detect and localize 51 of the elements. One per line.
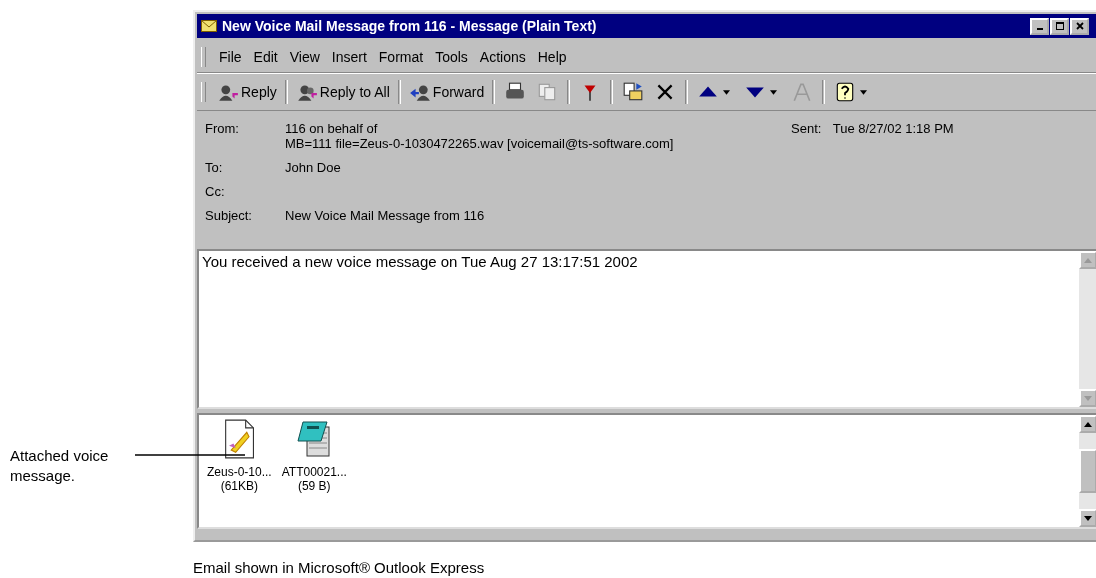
menu-item[interactable]: Tools [430, 47, 473, 67]
reply-button[interactable]: Reply [214, 81, 280, 103]
scroll-up-button[interactable] [1079, 415, 1096, 433]
envelope-icon [201, 20, 217, 32]
move-folder-icon [622, 81, 645, 103]
field-value: Tue 8/27/02 1:18 PM [832, 121, 954, 136]
field-label: Sent: [791, 121, 822, 136]
attachment-item[interactable]: ATT00021... (59 B) [281, 419, 347, 523]
people-icon [295, 83, 318, 101]
window-title: New Voice Mail Message from 116 - Message (Plain Text) [222, 18, 598, 34]
up-caret-icon [1084, 421, 1092, 427]
menu-item[interactable]: View [284, 47, 325, 67]
up-caret-icon [1084, 257, 1092, 263]
field-value: John Doe [285, 160, 341, 175]
field-label: From: [205, 121, 240, 138]
field-label: Cc: [205, 184, 226, 199]
down-caret-icon [1084, 395, 1092, 401]
field-value: New Voice Mail Message from 116 [285, 208, 485, 223]
forward-icon [408, 83, 431, 101]
field-label: Subject: [205, 208, 253, 223]
reply-all-button[interactable]: Reply to All [292, 81, 393, 103]
field-label: To: [205, 160, 224, 175]
menu-item[interactable]: Insert [326, 47, 372, 67]
message-body[interactable]: You received a new voice message on Tue Aug 27 13:17:51 2002 [197, 249, 1096, 409]
notepad-icon [297, 419, 332, 459]
sound-file-icon [222, 419, 257, 459]
caret-icon [723, 89, 731, 95]
menu-item[interactable]: Format [373, 47, 429, 67]
maximize-button[interactable] [1050, 17, 1069, 35]
maximize-icon [1054, 21, 1065, 31]
annotation-text: Attached voice message. [10, 446, 110, 486]
figure-caption: Email shown in Microsoft® Outlook Express [193, 559, 485, 576]
menu-item[interactable]: Help [532, 47, 572, 67]
forward-button[interactable]: Forward [405, 81, 488, 103]
scroll-down-button[interactable] [1079, 509, 1096, 527]
caret-icon [770, 89, 778, 95]
close-icon [1074, 21, 1085, 31]
scrollbar[interactable] [1079, 415, 1096, 527]
minimize-button[interactable] [1030, 17, 1049, 35]
field-value: 116 on behalf of MB=111 file=Zeus-0-1030472265.wav [voicemail@ts-software.com] [285, 121, 674, 151]
down-caret-icon [1084, 515, 1092, 521]
caret-icon [860, 89, 868, 95]
minimize-icon [1036, 28, 1043, 30]
menu-item[interactable]: Edit [248, 47, 283, 67]
menu-item[interactable]: Actions [474, 47, 531, 67]
menu-item[interactable]: File [214, 47, 247, 67]
scroll-thumb[interactable] [1079, 449, 1096, 493]
attachment-item[interactable]: Zeus-0-10... (61KB) [207, 419, 272, 523]
people-icon [217, 83, 239, 101]
close-button[interactable] [1070, 17, 1089, 35]
message-text: You received a new voice message on Tue Aug 27 13:17:51 2002 [201, 252, 639, 272]
